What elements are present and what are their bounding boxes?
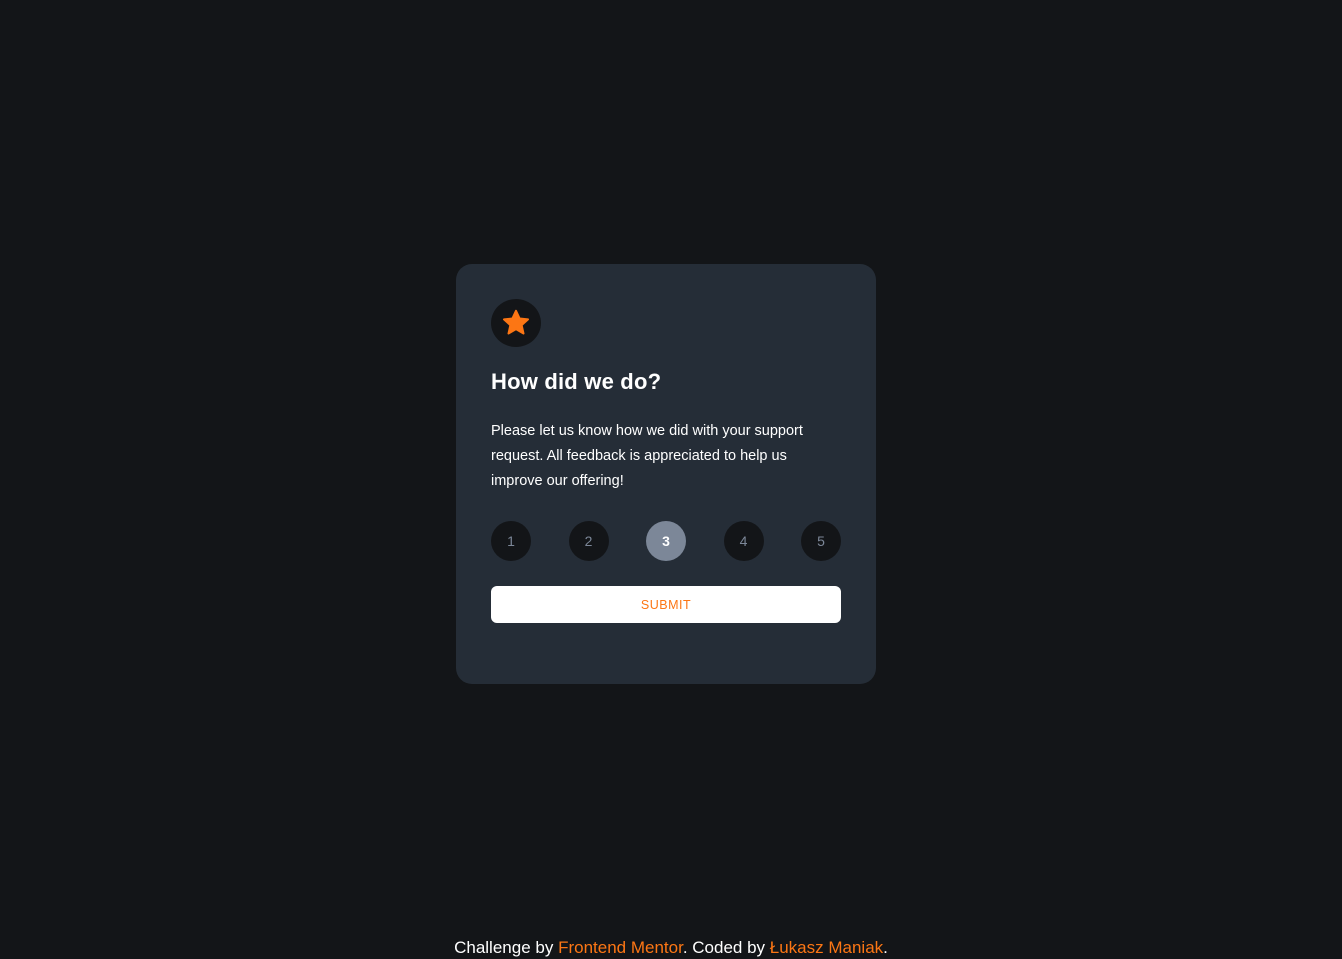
card-description: Please let us know how we did with your … [491,423,803,489]
rating-card: How did we do? Please let us know how we… [456,264,876,684]
author-link[interactable]: Łukasz Maniak [770,938,883,957]
rating-button-5[interactable]: 5 [801,521,841,561]
rating-button-4[interactable]: 4 [723,521,764,561]
rating-options: 1 2 3 4 5 [491,521,841,561]
footer-suffix: . [883,938,888,957]
star-icon-container [491,299,541,347]
card-title: How did we do? [491,369,662,394]
footer-middle: . Coded by [682,938,770,957]
footer-prefix: Challenge by [454,938,559,957]
frontend-mentor-link[interactable]: Frontend Mentor [558,938,683,957]
star-icon [503,309,529,335]
rating-button-3[interactable]: 3 [646,521,686,561]
submit-button[interactable]: SUBMIT [491,586,841,623]
rating-button-2[interactable]: 2 [568,521,609,561]
rating-button-1[interactable]: 1 [491,521,531,561]
